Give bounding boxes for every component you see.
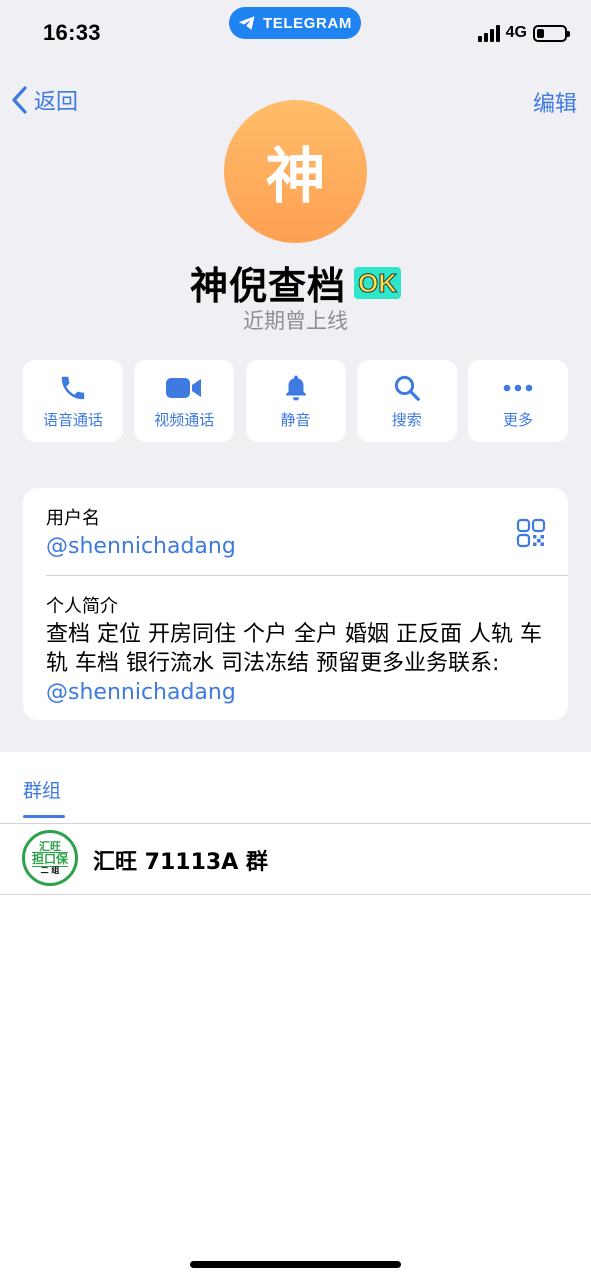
- signal-icon: [477, 24, 500, 42]
- home-indicator[interactable]: [190, 1261, 401, 1268]
- video-call-label: 视频通话: [154, 410, 215, 429]
- profile-avatar[interactable]: 神: [224, 100, 367, 243]
- action-bar: 语音通话 视频通话 静音 搜索 更多: [23, 360, 568, 442]
- voice-call-label: 语音通话: [42, 410, 103, 429]
- username-link[interactable]: @shennichadang: [46, 534, 236, 559]
- telegram-plane-icon: [238, 16, 255, 30]
- group-avatar-line3: 二 组: [40, 865, 60, 875]
- back-label: 返回: [34, 90, 79, 115]
- info-card: 用户名 @shennichadang 个人简介 查档 定位 开房同住 个户 全户…: [23, 488, 568, 720]
- qr-code-icon[interactable]: [516, 518, 546, 548]
- ok-badge: OK: [354, 266, 401, 299]
- more-label: 更多: [502, 410, 533, 429]
- username-label: 用户名: [46, 508, 100, 529]
- video-icon: [166, 377, 202, 398]
- group-avatar-line2: 担口保: [31, 852, 68, 867]
- last-seen-status: 近期曾上线: [243, 309, 348, 333]
- tab-groups[interactable]: 群组: [23, 776, 61, 803]
- network-type: 4G: [505, 24, 527, 41]
- bio-username-link[interactable]: @shennichadang: [46, 680, 236, 705]
- bell-icon: [285, 375, 306, 400]
- bio-body: 查档 定位 开房同住 个户 全户 婚姻 正反面 人轨 车轨 车档 银行流水 司法…: [46, 622, 542, 676]
- back-button[interactable]: 返回: [10, 84, 78, 116]
- bio-text: 查档 定位 开房同住 个户 全户 婚姻 正反面 人轨 车轨 车档 银行流水 司法…: [46, 620, 551, 707]
- more-icon: [503, 384, 533, 391]
- group-avatar: 汇旺 担口保 二 组: [22, 830, 78, 886]
- mute-label: 静音: [280, 410, 311, 429]
- search-icon: [394, 375, 420, 401]
- search-button[interactable]: 搜索: [356, 360, 457, 442]
- video-call-button[interactable]: 视频通话: [134, 360, 235, 442]
- profile-name-row: 神倪查档 OK: [0, 255, 591, 310]
- group-avatar-line1: 汇旺: [39, 839, 61, 853]
- telegram-pill[interactable]: TELEGRAM: [229, 7, 361, 39]
- status-time: 16:33: [43, 20, 101, 45]
- group-name: 汇旺 71113A 群: [93, 850, 268, 875]
- phone-icon: [61, 376, 85, 399]
- chevron-left-icon: [12, 86, 27, 114]
- status-indicators: 4G: [477, 24, 570, 42]
- profile-name: 神倪查档: [189, 264, 346, 308]
- active-tab-indicator: [23, 815, 65, 818]
- list-item[interactable]: 汇旺 担口保 二 组 汇旺 71113A 群: [0, 824, 591, 894]
- telegram-pill-label: TELEGRAM: [263, 14, 352, 32]
- card-divider: [46, 575, 568, 576]
- voice-call-button[interactable]: 语音通话: [23, 360, 123, 442]
- search-label: 搜索: [391, 410, 422, 429]
- edit-button[interactable]: 编辑: [533, 86, 577, 118]
- mute-button[interactable]: 静音: [245, 360, 346, 442]
- battery-icon: [533, 24, 570, 42]
- groups-bottom-divider: [0, 894, 591, 895]
- bio-label: 个人简介: [46, 596, 118, 617]
- more-button[interactable]: 更多: [468, 360, 568, 442]
